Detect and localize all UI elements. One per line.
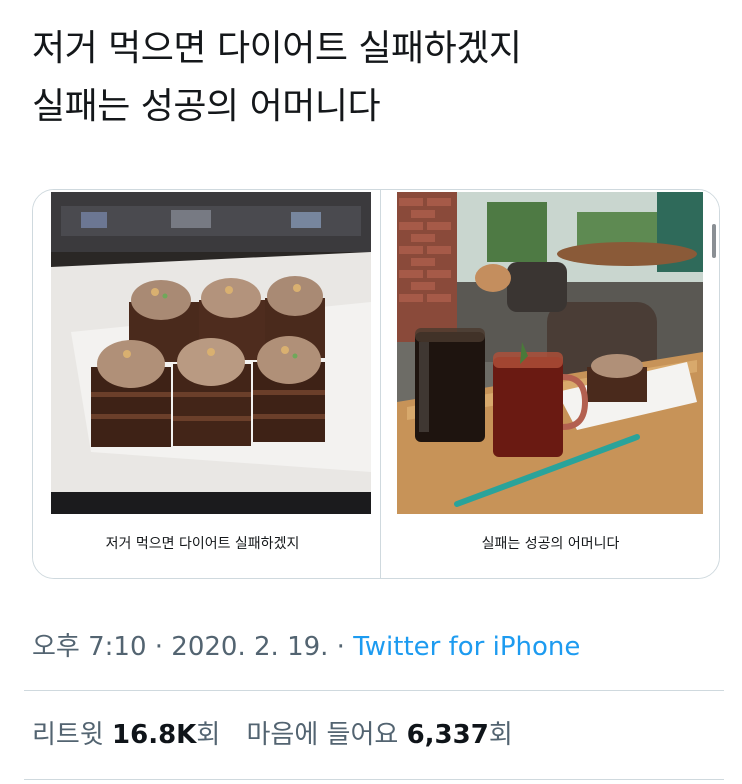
retweets-label: 리트윗 xyxy=(32,720,104,750)
media-card-1[interactable]: 저거 먹으면 다이어트 실패하겠지 xyxy=(33,190,373,578)
retweets-suffix: 회 xyxy=(196,720,221,750)
media-grid: 저거 먹으면 다이어트 실패하겠지 실패는 성공의 어머니다 xyxy=(32,189,720,579)
tweet-stats: 리트윗 16.8K회 마음에 들어요 6,337회 xyxy=(32,714,531,751)
meta-separator: · xyxy=(328,632,354,662)
drinks-photo-image xyxy=(397,192,703,514)
meta-separator: · xyxy=(146,632,172,662)
cake-photo-image xyxy=(51,192,371,514)
tweet-date[interactable]: 2020. 2. 19. xyxy=(171,632,328,662)
tweet-time[interactable]: 오후 7:10 xyxy=(32,632,147,662)
retweets-count: 16.8K xyxy=(112,720,197,750)
likes-suffix: 회 xyxy=(488,720,513,750)
media-caption-1: 저거 먹으면 다이어트 실패하겠지 xyxy=(105,536,300,552)
tweet-meta: 오후 7:10 · 2020. 2. 19. · Twitter for iPh… xyxy=(32,626,580,663)
divider xyxy=(24,690,724,691)
tweet-text-line-1: 저거 먹으면 다이어트 실패하겠지 xyxy=(32,28,522,69)
media-card-2[interactable]: 실패는 성공의 어머니다 xyxy=(380,190,719,578)
likes-label: 마음에 들어요 xyxy=(246,720,399,750)
tweet-text: 저거 먹으면 다이어트 실패하겠지 실패는 성공의 어머니다 xyxy=(32,20,712,136)
media-caption-2: 실패는 성공의 어머니다 xyxy=(481,536,620,552)
likes-stat[interactable]: 마음에 들어요 6,337회 xyxy=(247,720,513,750)
tweet-text-line-2: 실패는 성공의 어머니다 xyxy=(32,86,381,127)
media-gap xyxy=(372,190,380,578)
divider xyxy=(24,779,724,780)
likes-count: 6,337 xyxy=(406,720,489,750)
tweet-source-link[interactable]: Twitter for iPhone xyxy=(353,632,580,662)
drinks-photo[interactable] xyxy=(397,192,703,514)
cake-photo[interactable] xyxy=(51,192,371,514)
scrollbar-thumb[interactable] xyxy=(712,224,716,258)
retweets-stat[interactable]: 리트윗 16.8K회 xyxy=(32,720,220,750)
